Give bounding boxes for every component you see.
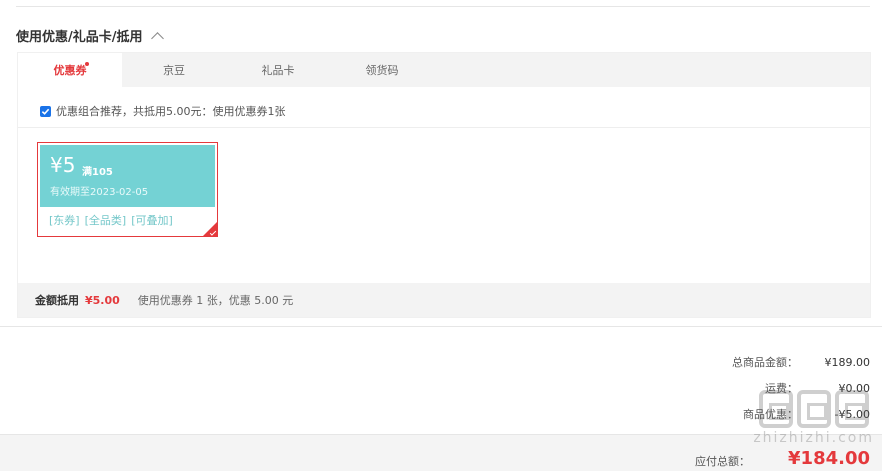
coupon-tag: [东券] <box>49 214 80 227</box>
section-divider <box>0 326 882 327</box>
summary-amount: ¥5.00 <box>85 293 120 307</box>
coupon-amount: ¥5 <box>50 153 76 177</box>
top-divider <box>16 6 870 7</box>
recommend-text: 优惠组合推荐，共抵用5.00元：使用优惠券1张 <box>56 105 286 118</box>
summary-description: 使用优惠券 1 张，优惠 5.00 元 <box>137 294 294 307</box>
tab-redeem-code[interactable]: 领货码 <box>330 53 434 87</box>
coupon-validity: 有效期至2023-02-05 <box>50 187 149 198</box>
total-value: -¥5.00 <box>834 407 870 421</box>
tab-coupons[interactable]: 优惠券 <box>18 53 122 87</box>
total-label: 商品优惠： <box>743 408 798 421</box>
payable-amount: ¥184.00 <box>788 448 870 469</box>
tab-label: 优惠券 <box>53 64 87 77</box>
total-label: 运费： <box>765 382 798 395</box>
chevron-up-icon[interactable] <box>150 31 164 45</box>
payable-bar: 应付总额： ¥184.00 <box>0 434 882 471</box>
checkmark-icon <box>41 108 50 115</box>
coupon-tag: [全品类] <box>84 214 127 227</box>
coupon-header: ¥5 满105 有效期至2023-02-05 <box>40 145 215 207</box>
coupon-threshold: 满105 <box>82 167 113 178</box>
section-title: 使用优惠/礼品卡/抵用 <box>16 30 143 45</box>
total-value: ¥0.00 <box>838 381 871 395</box>
tab-label: 京豆 <box>163 64 185 77</box>
discount-panel: 优惠券 京豆 礼品卡 领货码 优惠组合推荐，共抵用5.00元：使用优惠券1张 ¥… <box>17 52 871 318</box>
total-row-goods: 总商品金额： ¥189.00 <box>610 349 870 375</box>
coupon-tags: [东券] [全品类] [可叠加] <box>49 212 173 228</box>
tab-label: 礼品卡 <box>261 64 295 77</box>
recommend-combo: 优惠组合推荐，共抵用5.00元：使用优惠券1张 <box>40 103 286 119</box>
tab-label: 领货码 <box>365 64 399 77</box>
total-value: ¥189.00 <box>824 355 871 369</box>
discount-section-header[interactable]: 使用优惠/礼品卡/抵用 <box>16 26 164 45</box>
discount-summary-bar: 金额抵用 ¥5.00 使用优惠券 1 张，优惠 5.00 元 <box>18 283 870 317</box>
panel-divider <box>18 127 870 128</box>
red-dot-badge <box>85 62 89 66</box>
summary-label: 金额抵用 <box>35 294 79 307</box>
total-label: 总商品金额： <box>732 356 798 369</box>
payable-label: 应付总额： <box>695 455 750 468</box>
total-row-shipping: 运费： ¥0.00 <box>610 375 870 401</box>
discount-tabs: 优惠券 京豆 礼品卡 领货码 <box>18 53 870 87</box>
recommend-checkbox[interactable] <box>40 105 51 117</box>
coupon-card[interactable]: ¥5 满105 有效期至2023-02-05 [东券] [全品类] [可叠加] <box>37 142 218 237</box>
total-row-discount: 商品优惠： -¥5.00 <box>610 401 870 427</box>
tab-gift-card[interactable]: 礼品卡 <box>226 53 330 87</box>
coupon-tag: [可叠加] <box>131 214 173 227</box>
order-totals: 总商品金额： ¥189.00 运费： ¥0.00 商品优惠： -¥5.00 <box>610 349 870 427</box>
tab-jingdou[interactable]: 京豆 <box>122 53 226 87</box>
